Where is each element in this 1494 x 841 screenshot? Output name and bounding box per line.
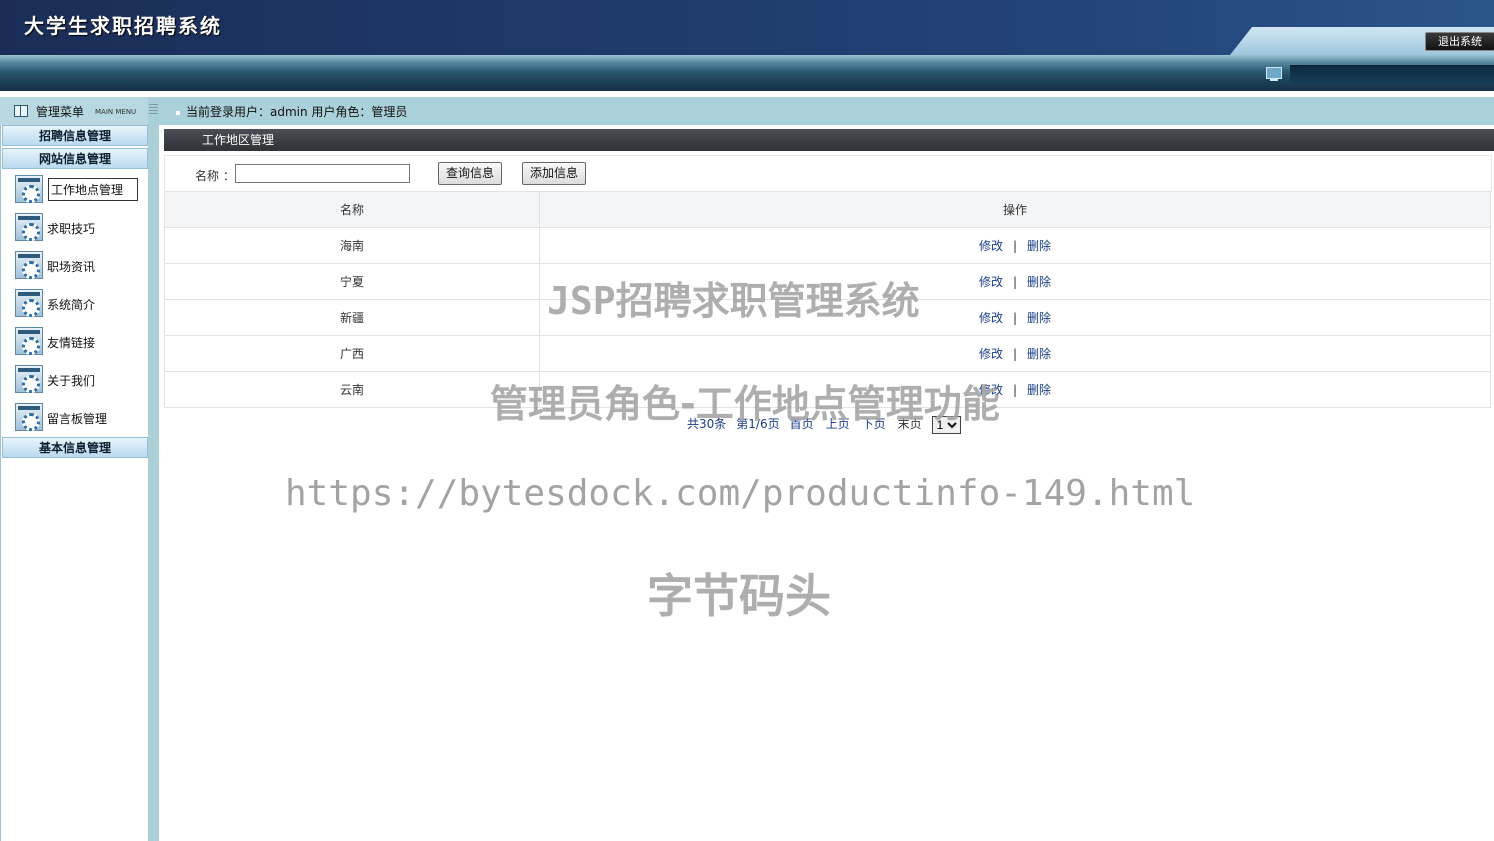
name-search-input[interactable] (235, 164, 410, 183)
sidebar-item-label: 友情链接 (47, 336, 96, 350)
delete-link[interactable]: 删除 (1027, 347, 1051, 361)
cell-name: 广西 (164, 335, 540, 372)
sidebar-section-basic[interactable]: 基本信息管理 (2, 437, 148, 458)
sidebar-item-label: 工作地点管理 (48, 178, 139, 201)
add-button[interactable]: 添加信息 (522, 162, 587, 185)
bullet-icon (176, 110, 180, 115)
table-row: 广西 修改 | 删除 (164, 335, 1491, 372)
current-user-info: 当前登录用户：admin 用户角色：管理员 (176, 103, 407, 120)
edit-link[interactable]: 修改 (979, 275, 1003, 289)
delete-link[interactable]: 删除 (1027, 239, 1051, 253)
search-row: 名称 ： 查询信息 添加信息 (164, 155, 1492, 192)
column-header-actions: 操作 (539, 191, 1491, 228)
edit-link[interactable]: 修改 (979, 311, 1003, 325)
cell-actions: 修改 | 删除 (539, 335, 1491, 372)
action-separator: | (1012, 275, 1018, 289)
delete-link[interactable]: 删除 (1027, 275, 1051, 289)
sidebar-divider (148, 125, 159, 841)
cell-name: 宁夏 (164, 263, 540, 300)
gear-icon (15, 327, 43, 355)
edit-link[interactable]: 修改 (979, 239, 1003, 253)
sidebar-item-label: 关于我们 (47, 374, 96, 388)
sidebar-item-job-tips[interactable]: 求职技巧 (15, 213, 145, 245)
sidebar-item-label: 系统简介 (47, 298, 96, 312)
table-row: 海南 修改 | 删除 (164, 227, 1491, 264)
query-button[interactable]: 查询信息 (438, 162, 503, 185)
nav-bar (0, 55, 1494, 91)
delete-link[interactable]: 删除 (1027, 383, 1051, 397)
app-title: 大学生求职招聘系统 (24, 14, 222, 38)
delete-link[interactable]: 删除 (1027, 311, 1051, 325)
sidebar-item-guestbook[interactable]: 留言板管理 (15, 403, 145, 435)
sidebar-item-label: 职场资讯 (47, 260, 96, 274)
nav-field (1290, 65, 1494, 84)
cell-name: 云南 (164, 371, 540, 408)
menu-subtitle: MAIN MENU (95, 108, 137, 116)
column-header-name: 名称 (164, 191, 540, 228)
menu-header: 管理菜单 MAIN MENU (0, 97, 158, 126)
sidebar-item-label: 求职技巧 (47, 222, 96, 236)
gear-icon (15, 365, 43, 393)
watermark-brand: 字节码头 (647, 569, 831, 623)
monitor-icon (1266, 67, 1282, 81)
sidebar-item-label: 留言板管理 (47, 412, 108, 426)
cell-actions: 修改 | 删除 (539, 227, 1491, 264)
gear-icon (15, 175, 43, 203)
name-label: 名称 ： (195, 169, 235, 183)
gear-icon (15, 251, 43, 279)
action-separator: | (1012, 311, 1018, 325)
sidebar-item-about-us[interactable]: 关于我们 (15, 365, 145, 397)
gear-icon (15, 403, 43, 431)
user-info-text: 当前登录用户：admin 用户角色：管理员 (186, 105, 408, 119)
gear-icon (15, 289, 43, 317)
sidebar: 招聘信息管理 网站信息管理 工作地点管理 求职技巧 职场资讯 系统简介 友情链接… (0, 125, 149, 841)
sidebar-item-system-intro[interactable]: 系统简介 (15, 289, 145, 321)
sidebar-item-friend-links[interactable]: 友情链接 (15, 327, 145, 359)
action-separator: | (1012, 383, 1018, 397)
edit-link[interactable]: 修改 (979, 347, 1003, 361)
sidebar-section-site[interactable]: 网站信息管理 (2, 148, 148, 169)
gear-icon (15, 213, 43, 241)
app-header: 大学生求职招聘系统 退出系统 (0, 0, 1494, 55)
action-separator: | (1012, 347, 1018, 361)
watermark-url: https://bytesdock.com/productinfo-149.ht… (285, 473, 1196, 514)
sidebar-item-career-news[interactable]: 职场资讯 (15, 251, 145, 283)
watermark-feature: 管理员角色-工作地点管理功能 (490, 382, 1000, 426)
sidebar-item-work-location[interactable]: 工作地点管理 (15, 175, 145, 207)
menu-title: 管理菜单 (36, 105, 85, 119)
menu-toggle-icon[interactable] (149, 104, 158, 115)
cell-name: 海南 (164, 227, 540, 264)
sidebar-section-recruit[interactable]: 招聘信息管理 (2, 125, 148, 146)
panel-title-bar: 工作地区管理 (164, 129, 1494, 151)
menu-book-icon (14, 105, 28, 117)
logout-button[interactable]: 退出系统 (1425, 32, 1494, 51)
watermark-system-name: JSP招聘求职管理系统 (547, 279, 920, 323)
cell-name: 新疆 (164, 299, 540, 336)
panel-title: 工作地区管理 (202, 133, 275, 147)
action-separator: | (1012, 239, 1018, 253)
table-header-row: 名称 操作 (164, 191, 1491, 228)
